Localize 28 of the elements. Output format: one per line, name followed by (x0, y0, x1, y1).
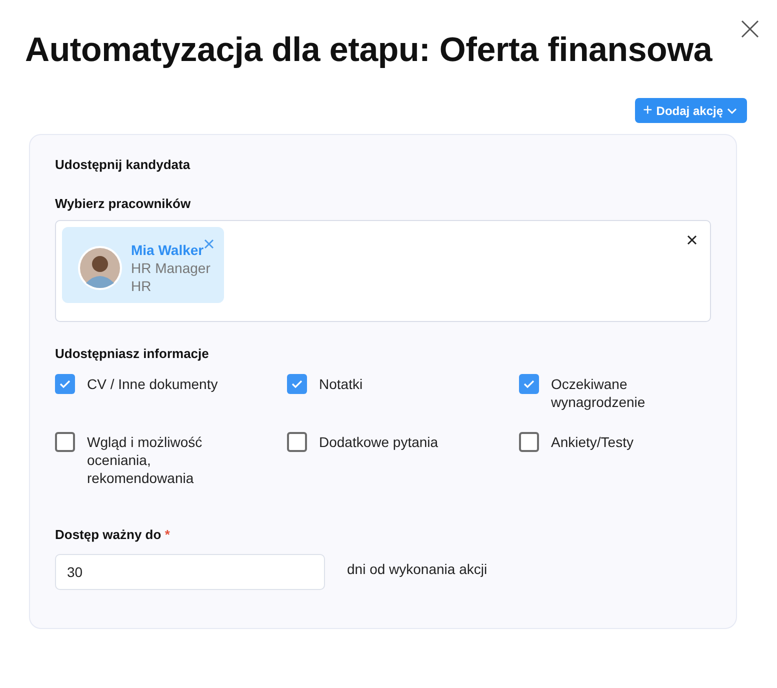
checkbox[interactable] (55, 374, 75, 394)
employee-department: HR (131, 277, 152, 295)
checkbox[interactable] (287, 374, 307, 394)
dialog-title: Automatyzacja dla etapu: Oferta finansowa (25, 31, 712, 70)
employee-picker[interactable]: Mia Walker HR Manager HR (55, 220, 711, 322)
checkbox[interactable] (55, 432, 75, 452)
checkbox-label: CV / Inne dokumenty (87, 375, 219, 393)
clear-icon[interactable] (686, 234, 698, 246)
close-icon[interactable] (740, 19, 760, 39)
field-label: Udostępniasz informacje (55, 346, 210, 361)
checkbox[interactable] (519, 432, 539, 452)
field-label: Wybierz pracowników (55, 196, 192, 211)
checkbox[interactable] (519, 374, 539, 394)
field-label: Dostęp ważny do * (55, 527, 171, 542)
add-action-button[interactable]: + Dodaj akcję (634, 98, 747, 123)
employee-name: Mia Walker (131, 241, 205, 259)
avatar-icon (77, 245, 123, 291)
checkbox[interactable] (287, 432, 307, 452)
chevron-down-icon (727, 106, 737, 116)
checkbox-label: Ankiety/Testy (551, 433, 634, 451)
field-suffix: dni od wykonania akcji (347, 561, 488, 577)
section-heading: Udostępnij kandydata (55, 157, 192, 172)
checkbox-label: Wgląd i możliwość oceniania, rekomendowania (87, 433, 204, 487)
checkbox-label: Dodatkowe pytania (319, 433, 440, 451)
checkbox-label: Oczekiwane wynagrodzenie (551, 375, 646, 411)
employee-role: HR Manager (131, 259, 210, 277)
input-field[interactable]: 30 (55, 554, 325, 590)
checkbox-label: Notatki (319, 375, 364, 393)
